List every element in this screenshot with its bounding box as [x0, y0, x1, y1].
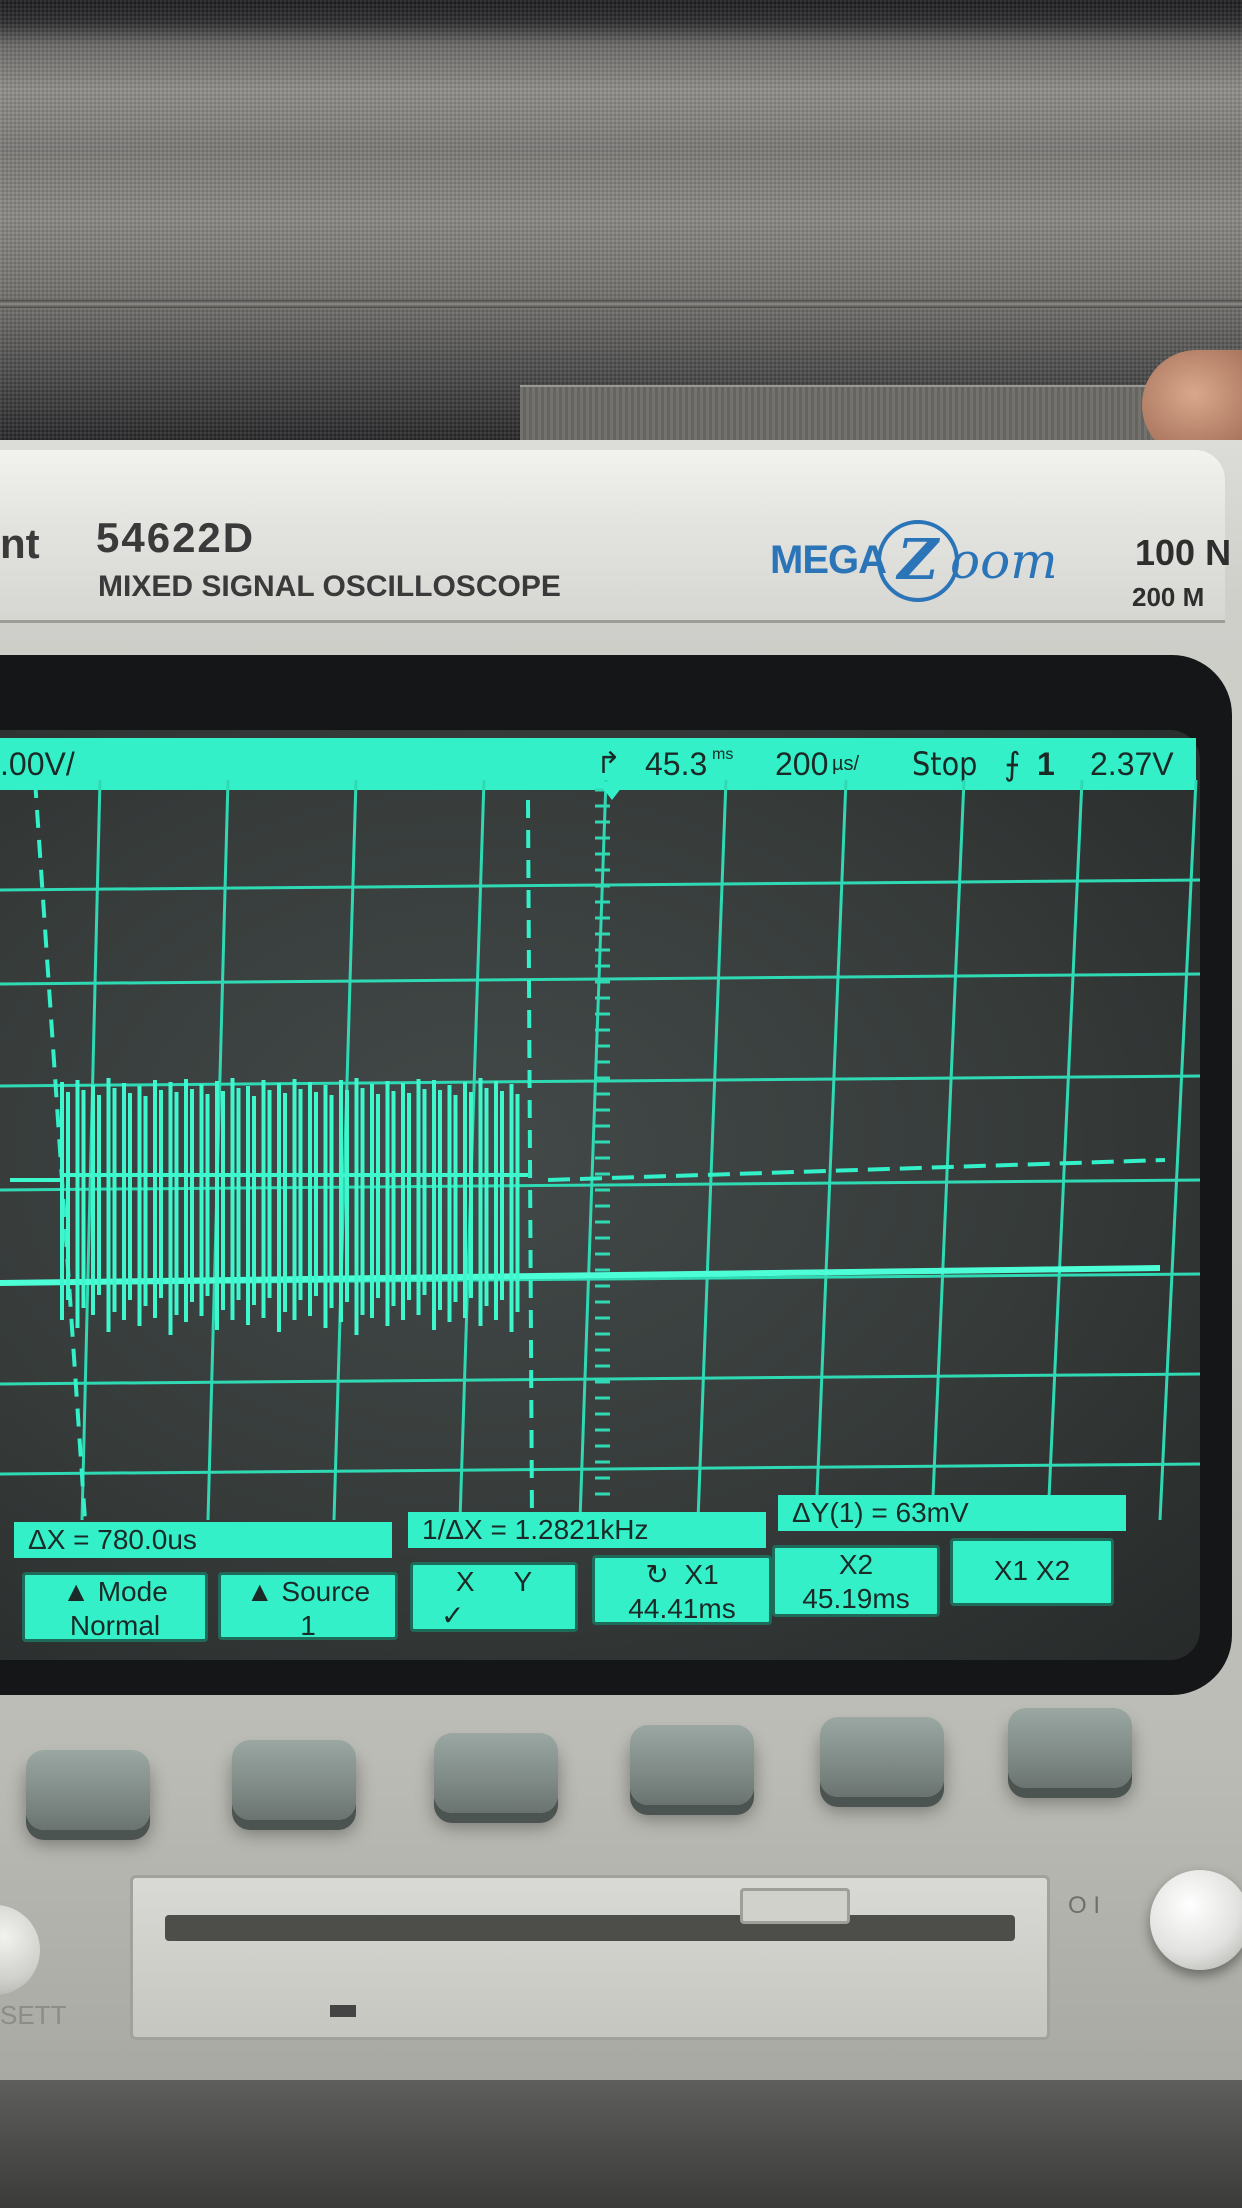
delay-unit: ms	[712, 746, 734, 763]
hw-button-1[interactable]	[26, 1750, 150, 1830]
y-label: Y	[513, 1566, 533, 1597]
softkey-x1x2[interactable]: X1 X2	[950, 1538, 1114, 1606]
floppy-eject-button[interactable]	[740, 1888, 850, 1924]
x2-label: X2	[838, 1549, 874, 1580]
hw-button-2[interactable]	[232, 1740, 356, 1820]
idle-trace	[547, 1158, 1166, 1182]
samplerate-spec: 200 M	[1132, 582, 1205, 612]
model-description: MIXED SIGNAL OSCILLOSCOPE	[98, 570, 561, 603]
logo-mega: MEGA	[770, 538, 887, 582]
softkey-mode[interactable]: ▲ Mode Normal	[22, 1572, 208, 1642]
carry-bag	[0, 0, 1242, 450]
model-number: 54622D	[96, 514, 256, 561]
x1x2-label: X1 X2	[993, 1555, 1071, 1586]
floppy-slot[interactable]	[165, 1915, 1015, 1941]
check-icon: ✓	[441, 1600, 465, 1631]
table-surface	[0, 2080, 1242, 2208]
rotate-knob-icon: ↻	[645, 1559, 669, 1590]
waveform-display	[0, 780, 1200, 1520]
grid-line-vertical	[1046, 780, 1084, 1520]
source-value: 1	[300, 1610, 316, 1641]
floppy-drive	[130, 1875, 1050, 2040]
hw-button-6[interactable]	[1008, 1708, 1132, 1788]
arrow-up-icon: ▲	[62, 1576, 90, 1607]
hw-button-3[interactable]	[434, 1733, 558, 1813]
grid-line-vertical	[930, 780, 966, 1520]
grid-line-vertical	[1158, 780, 1198, 1520]
x1-value: 44.41ms	[628, 1593, 736, 1624]
softkey-source[interactable]: ▲ Source 1	[218, 1572, 398, 1641]
bag-seam	[0, 300, 1242, 308]
inverse-delta-x-readout: 1/ΔX = 1.2821kHz	[408, 1512, 766, 1548]
cursor-x2	[526, 799, 534, 1520]
mode-label: Mode	[97, 1576, 168, 1607]
softkey-x2[interactable]: X2 45.19ms	[772, 1545, 940, 1617]
x2-value: 45.19ms	[802, 1583, 910, 1614]
logo-z-icon: Z	[877, 520, 959, 602]
graticule	[0, 780, 1200, 1520]
softkey-x1[interactable]: ↻ X1 44.41ms	[592, 1555, 772, 1625]
bandwidth-spec: 100 N	[1135, 532, 1232, 573]
hw-button-5[interactable]	[820, 1717, 944, 1797]
panel-label: SETT	[0, 2000, 67, 2030]
source-label: Source	[281, 1576, 371, 1607]
grid-line-vertical	[814, 780, 848, 1520]
delta-x-readout: ΔX = 780.0us	[14, 1522, 392, 1558]
power-button[interactable]	[1150, 1870, 1242, 1970]
floppy-led	[330, 2005, 356, 2017]
arrow-up-icon: ▲	[245, 1576, 274, 1607]
delta-y-readout: ΔY(1) = 63mV	[778, 1495, 1126, 1531]
mode-value: Normal	[69, 1610, 161, 1641]
power-symbols: O I	[1068, 1892, 1101, 1919]
x-label: X	[455, 1566, 475, 1597]
logo-oom: oom	[950, 532, 1058, 590]
x1-label: X1	[684, 1559, 719, 1590]
grid-line-horizontal	[0, 1462, 1200, 1476]
brand-fragment: nt	[0, 520, 40, 567]
grid-line-vertical	[696, 780, 728, 1520]
hw-button-4[interactable]	[630, 1725, 754, 1805]
softkey-xy[interactable]: X Y ✓	[410, 1562, 578, 1632]
grid-line-vertical	[578, 780, 608, 1520]
